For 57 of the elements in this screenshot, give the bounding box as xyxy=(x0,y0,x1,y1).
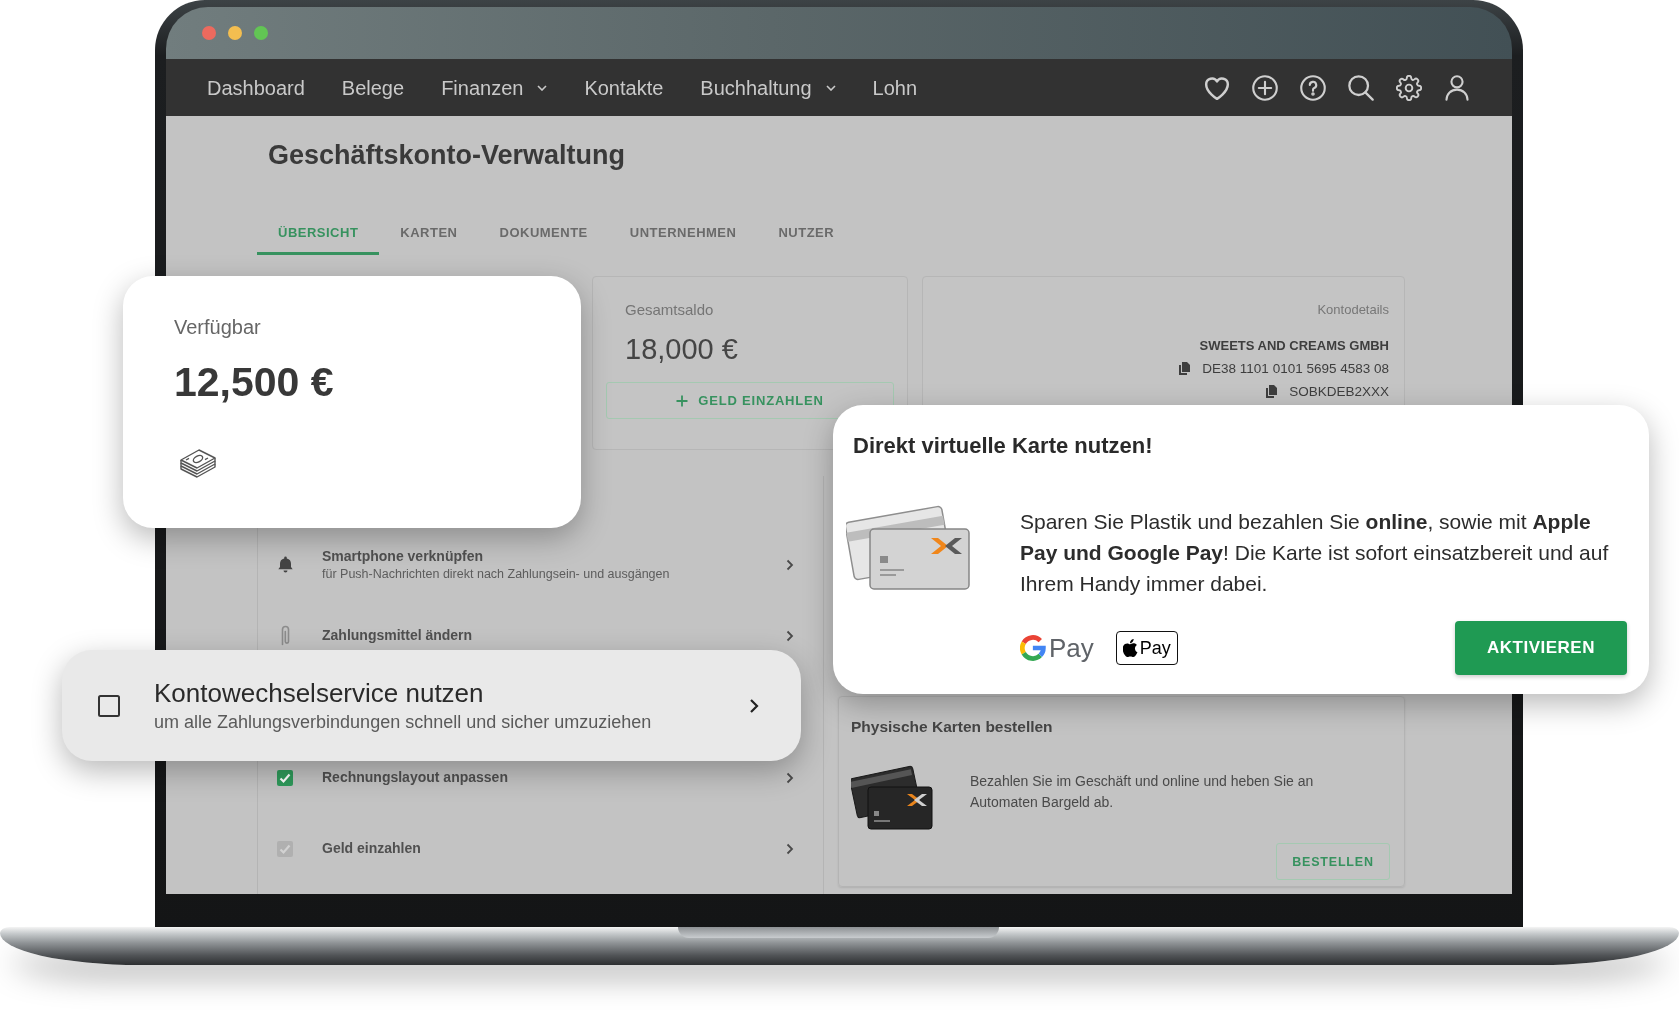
paperclip-icon xyxy=(280,625,290,646)
order-button[interactable]: BESTELLEN xyxy=(1276,843,1390,880)
page-title: Geschäftskonto-Verwaltung xyxy=(268,139,627,171)
add-icon[interactable] xyxy=(1252,74,1278,101)
task-title: Zahlungsmittel ändern xyxy=(322,626,474,645)
switch-title: Kontowechselservice nutzen xyxy=(154,677,485,709)
popup-title: Direkt virtuelle Karte nutzen! xyxy=(853,432,1154,460)
order-description: Bezahlen Sie im Geschäft und online und heben Sie an Automaten Bargeld ab. xyxy=(970,772,1315,812)
task-title: Smartphone verknüpfen xyxy=(322,546,485,566)
pay-label: Pay xyxy=(1049,633,1094,663)
caret-icon xyxy=(537,84,548,91)
activate-button[interactable]: AKTIVIEREN xyxy=(1455,621,1627,675)
tab[interactable]: KARTEN xyxy=(379,213,479,255)
pay-label: Pay xyxy=(1139,637,1171,659)
order-title: Physische Karten bestellen xyxy=(851,717,1054,737)
bic-text: SOBKDEB2XXX xyxy=(1289,383,1389,401)
nav-link[interactable]: Kontakte xyxy=(584,74,664,101)
tab[interactable]: NUTZER xyxy=(757,213,856,255)
tab[interactable]: ÜBERSICHT xyxy=(257,213,380,255)
checkbox[interactable] xyxy=(276,839,294,858)
iban-text: DE38 1101 0101 5695 4583 08 xyxy=(1202,360,1389,378)
checkbox[interactable] xyxy=(276,768,294,787)
tab[interactable]: UNTERNEHMEN xyxy=(608,213,758,255)
account-holder: SWEETS AND CREAMS GMBH xyxy=(1199,337,1389,355)
task-title: Geld einzahlen xyxy=(322,839,422,858)
chevron-icon[interactable] xyxy=(749,697,759,714)
nav-link[interactable]: Buchhaltung xyxy=(700,74,836,101)
balance-label: Gesamtsaldo xyxy=(625,301,714,319)
window-minimize-icon[interactable] xyxy=(228,26,242,40)
details-label: Kontodetails xyxy=(1317,301,1389,319)
nav-link[interactable]: Dashboard xyxy=(207,74,305,101)
balance-amount: 18,000 € xyxy=(625,332,738,366)
nav-link[interactable]: Finanzen xyxy=(441,74,548,101)
checkbox[interactable] xyxy=(98,694,120,717)
nav-link[interactable]: Belege xyxy=(341,74,405,101)
settings-icon[interactable] xyxy=(1396,74,1422,101)
switch-subtitle: um alle Zahlungsverbindungen schnell und sicher umzuziehen xyxy=(154,710,653,734)
g-logo-icon xyxy=(1020,635,1046,661)
caret-icon xyxy=(825,84,836,91)
search-icon[interactable] xyxy=(1348,74,1374,101)
heart-icon[interactable] xyxy=(1204,74,1230,101)
user-icon[interactable] xyxy=(1444,74,1470,101)
task-title: Rechnungslayout anpassen xyxy=(322,768,509,787)
available-amount: 12,500 € xyxy=(174,359,334,405)
copy-icon[interactable] xyxy=(1266,385,1278,398)
available-label: Verfügbar xyxy=(174,315,261,339)
nav-link[interactable]: Lohn xyxy=(872,74,918,101)
bell-icon xyxy=(276,556,294,573)
tab[interactable]: DOKUMENTE xyxy=(478,213,609,255)
popup-description: Sparen Sie Plastik und bezahlen Sie online, sowie mit Apple Pay und Google Pay! Die Karte ist sofort einsatzbereit und auf Ihrem Handy immer dabei. xyxy=(1020,509,1610,597)
credit-cards-icon xyxy=(851,763,935,831)
help-icon[interactable] xyxy=(1300,74,1326,101)
banknotes-icon xyxy=(178,447,218,479)
task-subtitle: für Push-Nachrichten direkt nach Zahlungsein- und ausgängen xyxy=(322,565,671,583)
apple-icon xyxy=(1122,638,1138,658)
plus-icon xyxy=(676,394,689,407)
copy-icon[interactable] xyxy=(1179,362,1191,375)
